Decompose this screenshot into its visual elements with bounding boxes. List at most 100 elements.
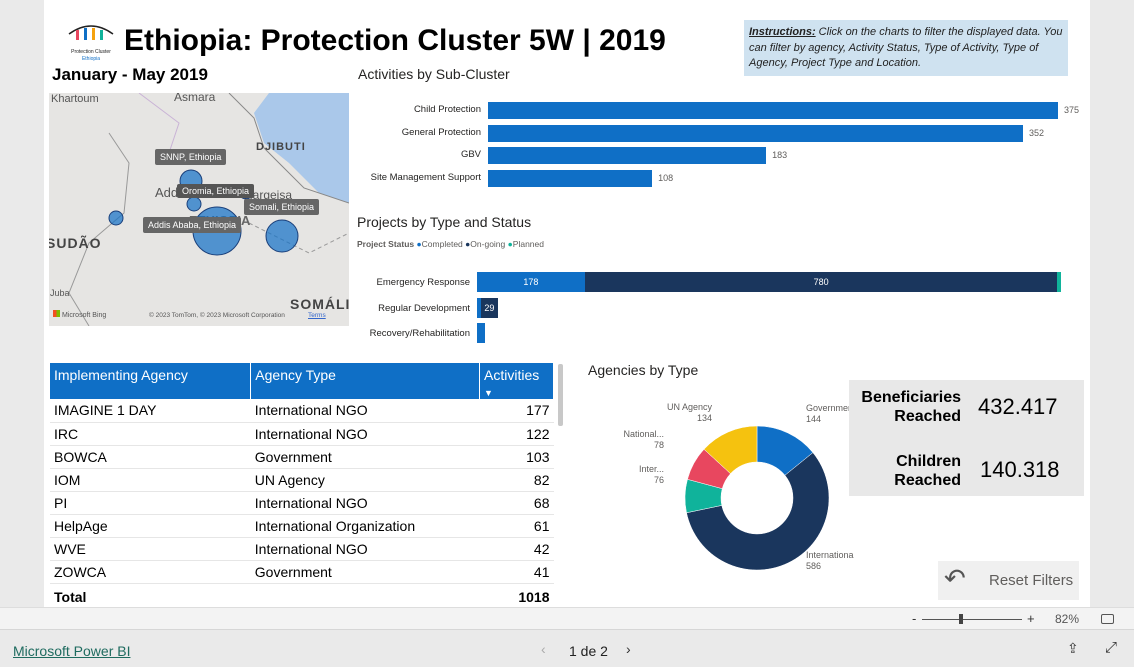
reset-filters-button[interactable]: ↶ Reset Filters <box>938 561 1079 600</box>
instructions-label: Instructions: <box>749 26 816 38</box>
subcluster-category-label: Child Protection <box>413 104 481 115</box>
projects-category-label: Emergency Response <box>376 277 470 288</box>
agency-cell: WVE <box>50 537 251 561</box>
activities-cell: 61 <box>479 514 554 538</box>
bing-text: Microsoft Bing <box>61 312 107 319</box>
agency-cell: HelpAge <box>50 514 251 538</box>
table-row[interactable]: IOM UN Agency 82 <box>50 468 554 492</box>
legend-label: Completed <box>421 239 463 249</box>
subcluster-category-label: GBV <box>460 149 481 161</box>
activities-cell: 177 <box>479 399 554 423</box>
report-page: Protection Cluster Ethiopia Ethiopia: Pr… <box>44 0 1090 607</box>
map-bubble-west <box>108 210 124 226</box>
map-bubble-label: Oromia, Ethiopia <box>177 184 255 198</box>
kpi-children-value: 140.318 <box>980 457 1060 482</box>
agency-type-cell: UN Agency <box>250 468 480 492</box>
table-row[interactable]: IRC International NGO 122 <box>50 422 554 446</box>
bing-logo: Microsoft Bing <box>53 310 106 319</box>
agency-table[interactable]: Implementing Agency Agency Type Activiti… <box>50 363 554 611</box>
projects-category-label: Recovery/Rehabilitation <box>369 328 470 339</box>
legend-label: On-going <box>470 239 506 249</box>
zoom-slider-thumb[interactable] <box>959 614 963 624</box>
agency-cell: IMAGINE 1 DAY <box>50 399 251 423</box>
projects-bar-on-going[interactable]: 29 <box>480 297 499 318</box>
map-bubble-label: SNNP, Ethiopia <box>155 149 227 165</box>
agency-cell: IOM <box>50 468 251 492</box>
activities-cell: 82 <box>479 468 554 492</box>
donut-value-label: 76 <box>654 475 664 485</box>
subcluster-bar[interactable] <box>488 124 1024 142</box>
subcluster-value-label: 108 <box>658 173 674 184</box>
agencies-chart-title: Agencies by Type <box>588 362 699 378</box>
share-icon[interactable]: ⇪ <box>1067 640 1079 657</box>
subcluster-category-label: General Protection <box>401 126 481 138</box>
col-header-label: Activities <box>484 367 540 383</box>
donut-category-label: Government <box>806 403 854 413</box>
reset-filters-label: Reset Filters <box>989 572 1074 589</box>
table-row[interactable]: PI International NGO 68 <box>50 491 554 515</box>
projects-category-label: Regular Development <box>378 302 470 314</box>
agency-type-cell: International Organization <box>250 514 480 538</box>
kpi-card: Beneficiaries Reached 432.417 Children R… <box>849 380 1084 496</box>
agency-cell: BOWCA <box>50 445 251 469</box>
projects-data-label: 29 <box>484 302 495 313</box>
legend-item-completed[interactable]: ●Completed <box>417 239 463 249</box>
col-header-agency[interactable]: Implementing Agency <box>50 363 252 399</box>
zoom-level: 82% <box>1055 612 1080 626</box>
fit-to-page-icon[interactable] <box>1101 614 1114 624</box>
powerbi-link[interactable]: Microsoft Power BI <box>13 643 130 659</box>
activities-cell: 68 <box>479 491 554 515</box>
donut-value-label: 586 <box>806 561 821 571</box>
fullscreen-icon[interactable]: ⤢ <box>1105 639 1117 656</box>
subcluster-bar[interactable] <box>488 102 1058 119</box>
table-scrollbar[interactable] <box>558 364 563 426</box>
agencies-donut-chart[interactable]: Government144 International N...586 Inter.… <box>574 390 854 580</box>
table-row[interactable]: BOWCA Government 103 <box>50 445 554 469</box>
donut-value-label: 78 <box>654 440 664 450</box>
agency-cell: IRC <box>50 422 251 446</box>
zoom-slider[interactable] <box>922 619 1022 620</box>
col-header-type[interactable]: Agency Type <box>250 363 480 399</box>
table-row[interactable]: IMAGINE 1 DAY International NGO 177 <box>50 399 554 423</box>
projects-bar-completed[interactable] <box>477 323 485 343</box>
table-row[interactable]: HelpAge International Organization 61 <box>50 514 554 538</box>
prev-page-icon[interactable]: ‹ <box>541 641 546 657</box>
agency-type-cell: International NGO <box>250 422 480 446</box>
donut-value-label: 144 <box>806 414 821 424</box>
subcluster-chart-title: Activities by Sub-Cluster <box>358 66 510 82</box>
projects-data-label: 780 <box>813 277 829 287</box>
next-page-icon[interactable]: › <box>626 641 631 657</box>
subcluster-value-label: 183 <box>772 150 788 161</box>
table-row[interactable]: ZOWCA Government 41 <box>50 560 554 584</box>
activities-cell: 41 <box>479 560 554 584</box>
undo-icon: ↶ <box>944 563 966 593</box>
legend-item-ongoing[interactable]: ●On-going <box>465 239 505 249</box>
kpi-children-label: Children Reached <box>894 453 961 489</box>
projects-bar-planned[interactable] <box>1057 272 1061 292</box>
projects-bar-completed[interactable]: 178 <box>477 272 585 292</box>
zoom-out-button[interactable]: - <box>912 611 916 626</box>
agency-type-cell: International NGO <box>250 491 480 515</box>
projects-bar-on-going[interactable]: 780 <box>584 272 1058 292</box>
map-bubble-small <box>186 196 202 212</box>
activities-cell: 122 <box>479 422 554 446</box>
legend-item-planned[interactable]: ●Planned <box>508 239 544 249</box>
donut-category-label: Inter... <box>639 464 664 474</box>
agency-type-cell: Government <box>250 560 480 584</box>
page-indicator: 1 de 2 <box>569 643 608 659</box>
donut-category-label: International N... <box>806 550 854 560</box>
subcluster-bar[interactable] <box>488 170 653 188</box>
agency-type-cell: International NGO <box>250 537 480 561</box>
subcluster-value-label: 375 <box>1064 105 1080 115</box>
subcluster-bar[interactable] <box>488 147 767 165</box>
table-row[interactable]: WVE International NGO 42 <box>50 537 554 561</box>
col-header-activities[interactable]: Activities ▼ <box>479 363 554 399</box>
activities-cell: 103 <box>479 445 554 469</box>
map-bubble-somali <box>265 219 299 253</box>
subcluster-value-label: 352 <box>1029 127 1045 138</box>
zoom-in-button[interactable]: + <box>1027 611 1035 626</box>
svg-text:Protection Cluster: Protection Cluster <box>71 49 111 55</box>
protection-cluster-logo: Protection Cluster Ethiopia <box>68 25 114 62</box>
subcluster-category-label: Site Management Support <box>370 172 481 184</box>
map-bubble-label: Somali, Ethiopia <box>244 199 320 215</box>
